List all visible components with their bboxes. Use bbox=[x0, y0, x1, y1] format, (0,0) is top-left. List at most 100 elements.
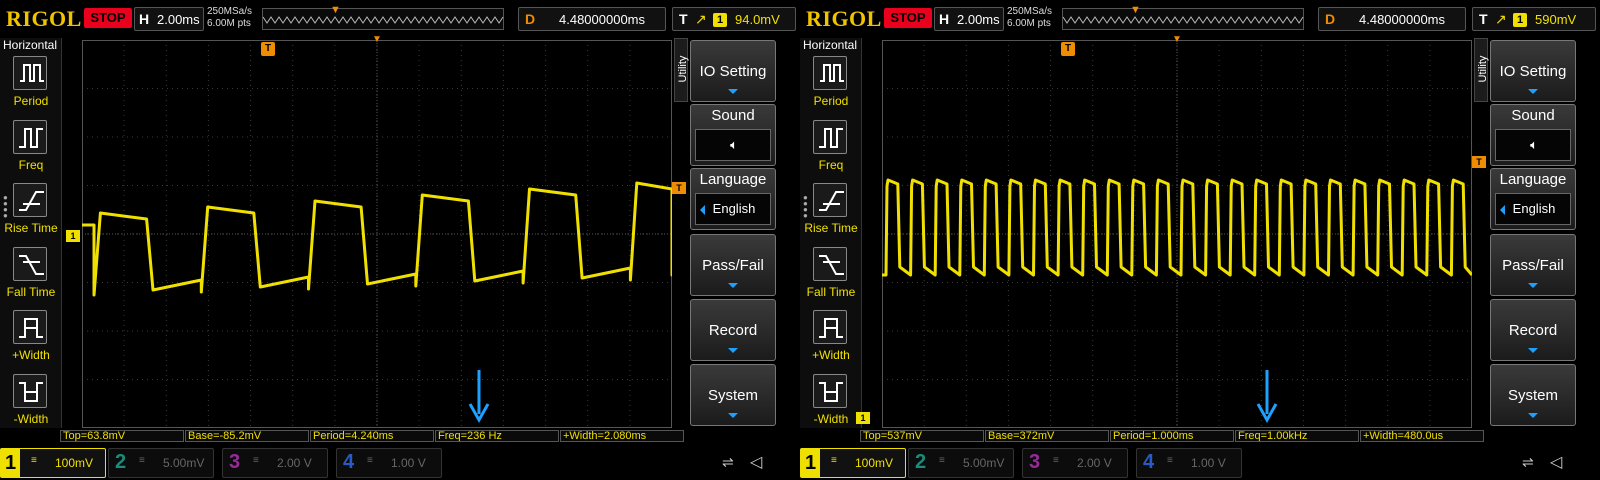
channel-2-status[interactable]: 2 ≡ 5.00mV bbox=[908, 448, 1014, 478]
memory-overview-window[interactable] bbox=[1062, 8, 1304, 30]
trigger-source: 1 bbox=[713, 13, 727, 27]
channel-3-status[interactable]: 3 ≡ 2.00 V bbox=[1022, 448, 1128, 478]
measure-top[interactable]: Top=537mV bbox=[860, 430, 984, 442]
measure-base[interactable]: Base=372mV bbox=[985, 430, 1109, 442]
rise-time-icon bbox=[813, 183, 847, 217]
status-bar: RIGOL STOP H 2.00ms 250MSa/s 6.00M pts ▼… bbox=[800, 0, 1600, 36]
channel-number: 2 bbox=[915, 451, 927, 473]
waveform-grid[interactable] bbox=[882, 40, 1472, 428]
measure-item-minus-width[interactable]: -Width bbox=[0, 373, 62, 434]
delay-box[interactable]: D 4.48000000ms bbox=[1318, 7, 1466, 31]
submenu-arrow-icon bbox=[1528, 283, 1538, 288]
language-value: English bbox=[1512, 201, 1556, 216]
system-label: System bbox=[707, 387, 758, 404]
horizontal-timebase-box[interactable]: H 2.00ms bbox=[934, 7, 1004, 31]
channel-4-status[interactable]: 4 ≡ 1.00 V bbox=[1136, 448, 1242, 478]
utility-menu: Utility IO Setting Sound 🔈︎ Language Eng… bbox=[674, 38, 800, 428]
io-setting-button[interactable]: IO Setting bbox=[690, 40, 776, 102]
speaker-icon[interactable]: ◁ bbox=[1550, 452, 1562, 472]
measure-item-period[interactable]: Period bbox=[0, 56, 62, 116]
utility-tab[interactable]: Utility bbox=[674, 38, 689, 102]
rising-edge-icon: ↗ bbox=[695, 11, 707, 27]
delay-box[interactable]: D 4.48000000ms bbox=[518, 7, 666, 31]
speaker-icon[interactable]: ◁ bbox=[750, 452, 762, 472]
measure-item-rise-time[interactable]: Rise Time bbox=[0, 183, 62, 243]
sound-button[interactable]: Sound 🔈︎ bbox=[690, 104, 776, 166]
minus-width-icon bbox=[813, 373, 847, 408]
run-stop-status[interactable]: STOP bbox=[84, 8, 132, 28]
freq-icon bbox=[13, 119, 47, 154]
utility-menu: Utility IO Setting Sound 🔈︎ Language Eng… bbox=[1474, 38, 1600, 428]
horizontal-measure-menu: Horizontal Period Freq Rise Time Fall Time +… bbox=[0, 38, 62, 428]
language-select[interactable]: English bbox=[695, 193, 771, 225]
measure-item-period[interactable]: Period bbox=[800, 56, 862, 116]
sound-button[interactable]: Sound 🔈︎ bbox=[1490, 104, 1576, 166]
channel-number: 1 bbox=[1, 449, 21, 477]
measure-item-plus-width[interactable]: +Width bbox=[800, 310, 862, 370]
measure-item-rise-time[interactable]: Rise Time bbox=[800, 183, 862, 243]
language-button[interactable]: Language English bbox=[690, 168, 776, 230]
measure-plus-width[interactable]: +Width=480.0us bbox=[1360, 430, 1484, 442]
channel-number: 4 bbox=[343, 451, 355, 473]
measure-item-fall-time[interactable]: Fall Time bbox=[0, 246, 62, 307]
sound-toggle[interactable]: 🔈︎ bbox=[1495, 129, 1571, 161]
horizontal-label: H bbox=[139, 11, 150, 27]
measure-freq[interactable]: Freq=236 Hz bbox=[435, 430, 559, 442]
io-setting-button[interactable]: IO Setting bbox=[1490, 40, 1576, 102]
waveform-grid[interactable] bbox=[82, 40, 672, 428]
system-button[interactable]: System bbox=[1490, 364, 1576, 426]
channel-3-status[interactable]: 3 ≡ 2.00 V bbox=[222, 448, 328, 478]
measure-item-freq[interactable]: Freq bbox=[0, 119, 62, 180]
record-button[interactable]: Record bbox=[1490, 299, 1576, 361]
acquisition-info: 250MSa/s 6.00M pts bbox=[1007, 6, 1052, 30]
sound-toggle[interactable]: 🔈︎ bbox=[695, 129, 771, 161]
channel-scale: 100mV bbox=[855, 456, 894, 470]
menu-page-dots-icon: ● ● ● ● bbox=[3, 193, 8, 220]
rigol-logo: RIGOL bbox=[806, 6, 882, 31]
channel-number: 4 bbox=[1143, 451, 1155, 473]
measure-item-plus-width[interactable]: +Width bbox=[0, 310, 62, 370]
channel-1-status[interactable]: 1 ≡ 100mV bbox=[800, 448, 906, 478]
language-select[interactable]: English bbox=[1495, 193, 1571, 225]
system-button[interactable]: System bbox=[690, 364, 776, 426]
measure-period[interactable]: Period=4.240ms bbox=[310, 430, 434, 442]
trigger-box[interactable]: T ↗ 1 94.0mV bbox=[672, 7, 796, 31]
trigger-box[interactable]: T ↗ 1 590mV bbox=[1472, 7, 1596, 31]
channel-scale: 2.00 V bbox=[277, 456, 312, 470]
dc-coupling-icon: ≡ bbox=[139, 455, 145, 466]
measure-item-fall-time[interactable]: Fall Time bbox=[800, 246, 862, 307]
record-button[interactable]: Record bbox=[690, 299, 776, 361]
record-label: Record bbox=[1508, 322, 1558, 339]
channel-1-status[interactable]: 1 ≡ 100mV bbox=[0, 448, 106, 478]
measure-item-label: Freq bbox=[18, 157, 44, 172]
horizontal-center-caret-icon: ▼ bbox=[1172, 34, 1182, 45]
ch1-offset-marker-icon[interactable]: 1 bbox=[856, 412, 870, 424]
pass-fail-button[interactable]: Pass/Fail bbox=[690, 234, 776, 296]
measure-item-label: Rise Time bbox=[4, 221, 58, 235]
utility-tab[interactable]: Utility bbox=[1474, 38, 1489, 102]
ch1-offset-marker-icon[interactable]: 1 bbox=[66, 230, 80, 242]
run-stop-status[interactable]: STOP bbox=[884, 8, 932, 28]
measure-top[interactable]: Top=63.8mV bbox=[60, 430, 184, 442]
channel-2-status[interactable]: 2 ≡ 5.00mV bbox=[108, 448, 214, 478]
memory-overview-window[interactable] bbox=[262, 8, 504, 30]
plus-width-icon bbox=[813, 310, 847, 344]
usb-icon: ⇌ bbox=[722, 454, 734, 470]
menu-title: Horizontal bbox=[803, 38, 858, 52]
measure-plus-width[interactable]: +Width=2.080ms bbox=[560, 430, 684, 442]
period-icon bbox=[13, 56, 47, 90]
horizontal-timebase-box[interactable]: H 2.00ms bbox=[134, 7, 204, 31]
channel-4-status[interactable]: 4 ≡ 1.00 V bbox=[336, 448, 442, 478]
measure-item-freq[interactable]: Freq bbox=[800, 119, 862, 180]
measure-item-minus-width[interactable]: -Width bbox=[800, 373, 862, 434]
delay-label: D bbox=[525, 11, 536, 27]
pass-fail-button[interactable]: Pass/Fail bbox=[1490, 234, 1576, 296]
record-label: Record bbox=[708, 322, 758, 339]
memory-overview-trace bbox=[1063, 16, 1304, 24]
language-button[interactable]: Language English bbox=[1490, 168, 1576, 230]
freq-callout-arrow-icon bbox=[468, 370, 490, 424]
measure-period[interactable]: Period=1.000ms bbox=[1110, 430, 1234, 442]
measure-freq[interactable]: Freq=1.00kHz bbox=[1235, 430, 1359, 442]
usb-icon: ⇌ bbox=[1522, 454, 1534, 470]
measure-base[interactable]: Base=-85.2mV bbox=[185, 430, 309, 442]
